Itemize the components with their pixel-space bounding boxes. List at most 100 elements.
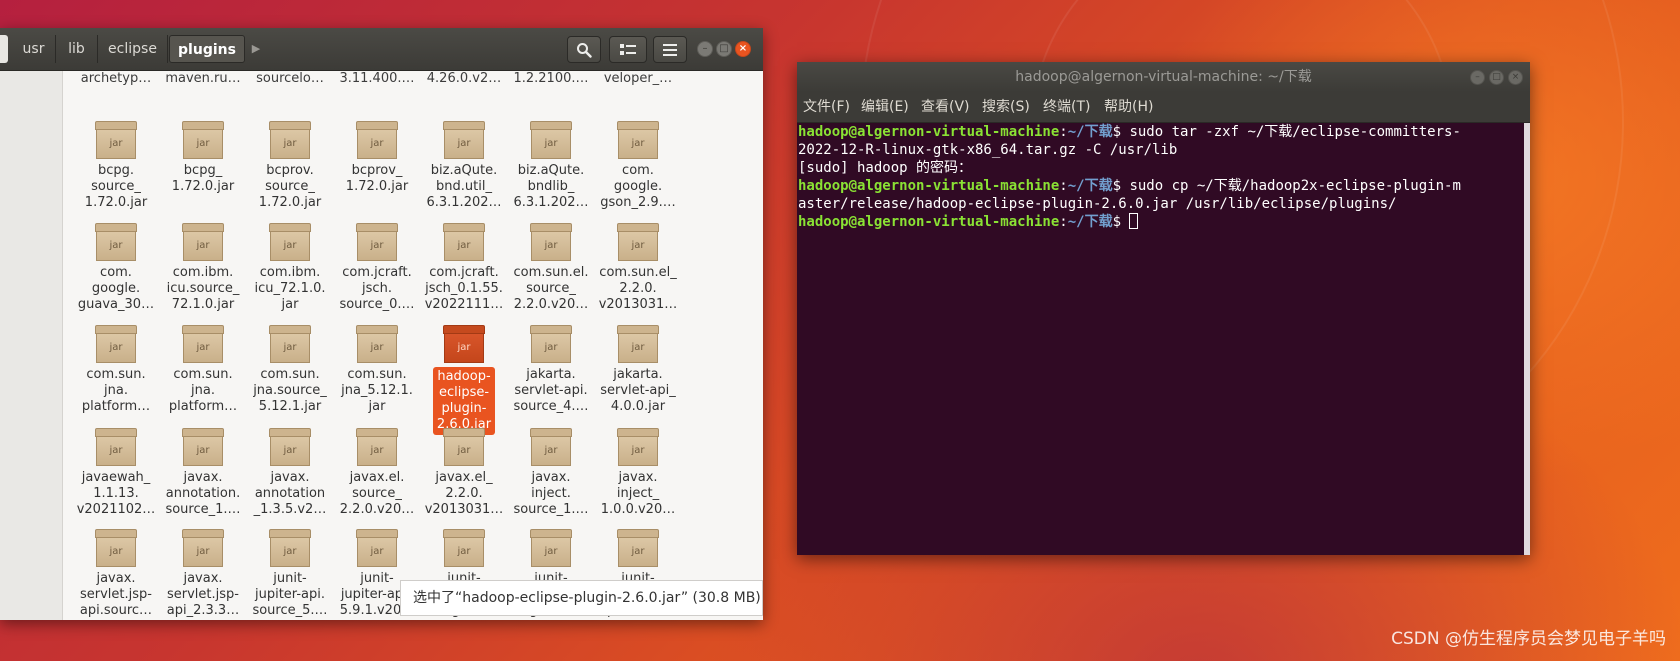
file-item[interactable]: jar javax.el_ 2.2.0. v2013031… — [418, 428, 510, 518]
jar-icon-label: jar — [631, 546, 645, 557]
file-item[interactable]: jar jakarta. servlet-api. source_4.… — [505, 325, 597, 415]
file-item[interactable]: jar javaewah_ 1.1.13. v2021102… — [70, 428, 162, 518]
maximize-icon: □ — [719, 43, 729, 54]
file-name: com.ibm. icu_72.1.0. jar — [254, 265, 326, 312]
terminal-title: hadoop@algernon-virtual-machine: ~/下载 — [1015, 69, 1312, 85]
jar-file-icon: jar — [443, 223, 485, 261]
jar-icon-label: jar — [109, 546, 123, 557]
minimize-button[interactable]: – — [697, 41, 713, 57]
file-item[interactable]: jar javax. annotation _1.3.5.v2… — [244, 428, 336, 518]
terminal-window: hadoop@algernon-virtual-machine: ~/下载 – … — [797, 62, 1530, 555]
minimize-icon: – — [1475, 72, 1480, 82]
file-name-partial[interactable]: 1.2.2100.… — [505, 71, 597, 87]
maximize-button[interactable]: □ — [716, 41, 732, 57]
terminal-line: hadoop@algernon-virtual-machine:~/下载$ su… — [798, 177, 1523, 195]
file-item[interactable]: jar junit-jupiter-api. source_5.… — [244, 529, 336, 619]
jar-file-icon: jar — [269, 428, 311, 466]
menu-search[interactable]: 搜索(S) — [982, 92, 1030, 122]
jar-file-icon: jar — [530, 325, 572, 363]
terminal-line: hadoop@algernon-virtual-machine:~/下载$ — [798, 213, 1523, 231]
file-item[interactable]: jar com.sun.el. source_ 2.2.0.v20… — [505, 223, 597, 313]
file-item[interactable]: jar com.sun. jna_5.12.1. jar — [331, 325, 423, 415]
jar-icon-label: jar — [631, 342, 645, 353]
breadcrumb-next-arrow-icon[interactable]: ▶ — [247, 35, 265, 63]
file-item-selected[interactable]: jar hadoop-eclipse-plugin- 2.6.0.jar — [418, 325, 510, 435]
file-item[interactable]: jar javax. servlet.jsp-api.sourc… — [70, 529, 162, 619]
file-item[interactable]: jar javax. annotation. source_1.… — [157, 428, 249, 518]
file-item[interactable]: jar javax. inject_ 1.0.0.v20… — [592, 428, 684, 518]
file-grid: archetyp… maven.ru… sourcelo… 3.11.400.… 4.2… — [63, 71, 763, 620]
file-item[interactable]: jar jakarta. servlet-api_ 4.0.0.jar — [592, 325, 684, 415]
terminal-menubar: 文件(F) 编辑(E) 查看(V) 搜索(S) 终端(T) 帮助(H) — [797, 92, 1530, 123]
file-item[interactable]: jar com.sun.el_ 2.2.0. v2013031… — [592, 223, 684, 313]
jar-file-icon: jar — [95, 428, 137, 466]
file-name-partial[interactable]: 3.11.400.… — [331, 71, 423, 87]
jar-icon-label: jar — [109, 342, 123, 353]
file-name-partial[interactable]: veloper_… — [592, 71, 684, 87]
file-item[interactable]: jar bcprov_ 1.72.0.jar — [331, 121, 423, 195]
file-name: javax.el. source_ 2.2.0.v20… — [339, 470, 415, 517]
menu-edit[interactable]: 编辑(E) — [861, 92, 909, 122]
jar-icon-label: jar — [109, 445, 123, 456]
file-item[interactable]: jar com.jcraft. jsch. source_0.… — [331, 223, 423, 313]
file-item[interactable]: jar biz.aQute. bndlib_ 6.3.1.202… — [505, 121, 597, 211]
file-item[interactable]: jar javax. servlet.jsp-api_2.3.3… — [157, 529, 249, 619]
file-item[interactable]: jar bcpg. source_ 1.72.0.jar — [70, 121, 162, 211]
view-options-button[interactable] — [609, 36, 647, 63]
terminal-cursor — [1129, 213, 1139, 229]
menu-button[interactable] — [653, 36, 687, 63]
terminal-output[interactable]: hadoop@algernon-virtual-machine:~/下载$ su… — [797, 123, 1523, 555]
sudo-prompt: [sudo] hadoop 的密码： — [798, 160, 973, 176]
terminal-line: aster/release/hadoop-eclipse-plugin-2.6.… — [798, 195, 1523, 213]
terminal-scrollbar[interactable] — [1524, 123, 1530, 555]
file-name: biz.aQute. bndlib_ 6.3.1.202… — [513, 163, 589, 210]
file-item[interactable]: jar com.ibm. icu_72.1.0. jar — [244, 223, 336, 313]
menu-view[interactable]: 查看(V) — [921, 92, 970, 122]
file-item[interactable]: jar bcprov. source_ 1.72.0.jar — [244, 121, 336, 211]
file-name-partial[interactable]: sourcelo… — [244, 71, 336, 87]
search-button[interactable] — [567, 36, 601, 63]
file-name: com.sun.el_ 2.2.0. v2013031… — [598, 265, 678, 312]
file-item[interactable]: jar com.sun. jna. platform… — [157, 325, 249, 415]
terminal-line: hadoop@algernon-virtual-machine:~/下载$ su… — [798, 123, 1523, 141]
jar-file-icon: jar — [95, 223, 137, 261]
places-sidebar[interactable] — [0, 71, 63, 620]
file-item[interactable]: jar javax.el. source_ 2.2.0.v20… — [331, 428, 423, 518]
file-item[interactable]: jar javax. inject. source_1.… — [505, 428, 597, 518]
jar-file-icon: jar — [443, 325, 485, 363]
file-name: com. google. guava_30… — [77, 265, 155, 312]
file-item[interactable]: jar biz.aQute. bnd.util_ 6.3.1.202… — [418, 121, 510, 211]
file-item[interactable]: jar com.ibm. icu.source_ 72.1.0.jar — [157, 223, 249, 313]
close-button[interactable]: × — [735, 41, 751, 57]
breadcrumb-lib[interactable]: lib — [56, 35, 98, 63]
file-item[interactable]: jar com.sun. jna. platform… — [70, 325, 162, 415]
jar-icon-label: jar — [196, 546, 210, 557]
file-item[interactable]: jar com.sun. jna.source_ 5.12.1.jar — [244, 325, 336, 415]
jar-file-icon: jar — [182, 325, 224, 363]
file-name-partial[interactable]: maven.ru… — [157, 71, 249, 87]
breadcrumb-usr[interactable]: usr — [12, 35, 56, 63]
menu-help[interactable]: 帮助(H) — [1104, 92, 1153, 122]
file-name-partial[interactable]: archetyp… — [70, 71, 162, 87]
file-item[interactable]: jar com. google. guava_30… — [70, 223, 162, 313]
prompt-path: ~/下载 — [1067, 214, 1113, 230]
breadcrumb-left-edge[interactable] — [0, 35, 8, 63]
terminal-maximize-button[interactable]: □ — [1489, 70, 1504, 85]
breadcrumb-eclipse[interactable]: eclipse — [98, 35, 168, 63]
breadcrumb-plugins[interactable]: plugins — [169, 35, 245, 63]
menu-terminal[interactable]: 终端(T) — [1043, 92, 1090, 122]
file-item[interactable]: jar com. google. gson_2.9.… — [592, 121, 684, 211]
jar-icon-label: jar — [196, 138, 210, 149]
file-item[interactable]: jar com.jcraft. jsch_0.1.55. v2022111… — [418, 223, 510, 313]
jar-file-icon: jar — [356, 223, 398, 261]
file-name: javaewah_ 1.1.13. v2021102… — [76, 470, 156, 517]
jar-file-icon: jar — [443, 529, 485, 567]
terminal-minimize-button[interactable]: – — [1470, 70, 1485, 85]
jar-icon-label: jar — [196, 240, 210, 251]
terminal-close-button[interactable]: × — [1508, 70, 1523, 85]
file-name: javax. inject_ 1.0.0.v20… — [600, 470, 676, 517]
menu-file[interactable]: 文件(F) — [803, 92, 850, 122]
file-item[interactable]: jar bcpg_ 1.72.0.jar — [157, 121, 249, 195]
file-name: javax. inject. source_1.… — [513, 470, 589, 517]
file-name-partial[interactable]: 4.26.0.v2… — [418, 71, 510, 87]
